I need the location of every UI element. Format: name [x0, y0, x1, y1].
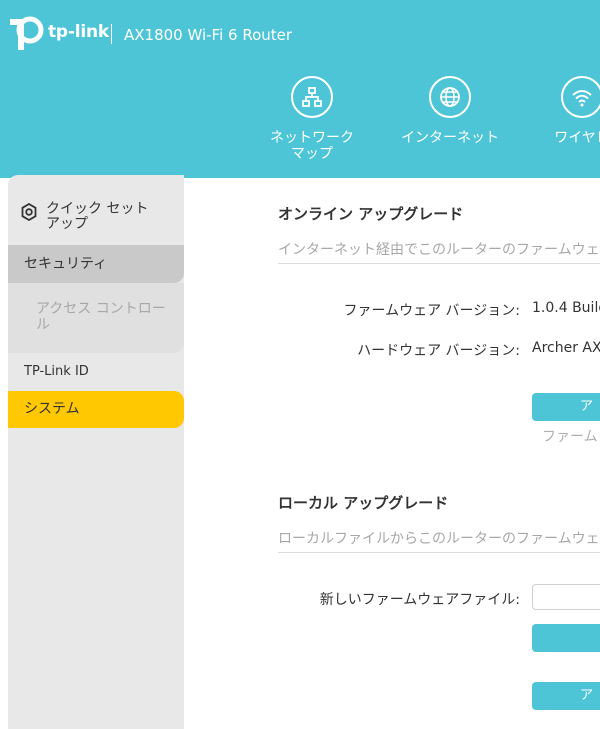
- hardware-version-value: Archer AX2: [532, 340, 600, 356]
- local-upgrade-button[interactable]: ア: [532, 682, 600, 710]
- sidebar: クイック セット アップ セキュリティ アクセス コントロー ル TP-Link…: [8, 175, 184, 729]
- browse-button[interactable]: [532, 624, 600, 652]
- product-name: AX1800 Wi-Fi 6 Router: [124, 26, 293, 44]
- sidebar-item-security-label: セキュリティ: [24, 256, 108, 272]
- new-firmware-file-label: 新しいファームウェアファイル:: [319, 592, 520, 608]
- sidebar-item-access-control[interactable]: アクセス コントロー ル: [8, 283, 184, 353]
- brand-name: tp-link: [48, 22, 110, 42]
- nav-network-map[interactable]: ネットワーク マップ: [252, 76, 372, 162]
- sidebar-item-tp-link-id-label: TP-Link ID: [24, 364, 89, 379]
- nav-wireless-label: ワイヤレ: [554, 130, 600, 146]
- online-upgrade-title: オンライン アップグレード: [278, 205, 464, 223]
- sidebar-item-access-control-label: アクセス コントロー ル: [36, 301, 166, 333]
- router-admin-page: tp-link AX1800 Wi-Fi 6 Router ネットワーク マップ: [0, 0, 600, 729]
- nav-internet-label: インターネット: [401, 130, 499, 146]
- nav-network-map-label: ネットワーク マップ: [270, 130, 354, 162]
- firmware-file-input[interactable]: [532, 584, 600, 610]
- hardware-version-label: ハードウェア バージョン:: [357, 343, 520, 359]
- top-header: tp-link AX1800 Wi-Fi 6 Router ネットワーク マップ: [0, 0, 600, 178]
- sidebar-item-quick-setup-label: クイック セット アップ: [46, 201, 149, 232]
- tp-link-logo-icon: [10, 16, 44, 50]
- nav-wireless[interactable]: ワイヤレ: [522, 76, 600, 146]
- online-upgrade-hint: ファーム: [542, 429, 598, 445]
- gear-icon: [21, 203, 37, 221]
- sidebar-item-tp-link-id[interactable]: TP-Link ID: [8, 363, 184, 381]
- local-upgrade-description: ローカルファイルからこのルーターのファームウェ: [278, 531, 600, 547]
- sidebar-item-security[interactable]: セキュリティ: [8, 245, 184, 283]
- nav-internet[interactable]: インターネット: [390, 76, 510, 146]
- firmware-version-value: 1.0.4 Build: [532, 300, 600, 316]
- sidebar-item-system[interactable]: システム: [8, 391, 184, 428]
- main-content: オンライン アップグレード インターネット経由でこのルーターのファームウェ ファ…: [184, 178, 600, 729]
- network-map-icon: [291, 76, 333, 118]
- local-upgrade-title: ローカル アップグレード: [278, 494, 449, 512]
- globe-icon: [429, 76, 471, 118]
- online-upgrade-description: インターネット経由でこのルーターのファームウェ: [278, 242, 600, 258]
- local-upgrade-divider: [278, 552, 600, 553]
- online-upgrade-divider: [278, 263, 600, 264]
- sidebar-item-quick-setup[interactable]: クイック セット アップ: [8, 202, 184, 232]
- brand-divider: [111, 24, 112, 44]
- firmware-version-label: ファームウェア バージョン:: [343, 303, 520, 319]
- sidebar-item-system-label: システム: [24, 401, 80, 417]
- wifi-icon: [561, 76, 600, 118]
- check-upgrade-button[interactable]: ア: [532, 393, 600, 421]
